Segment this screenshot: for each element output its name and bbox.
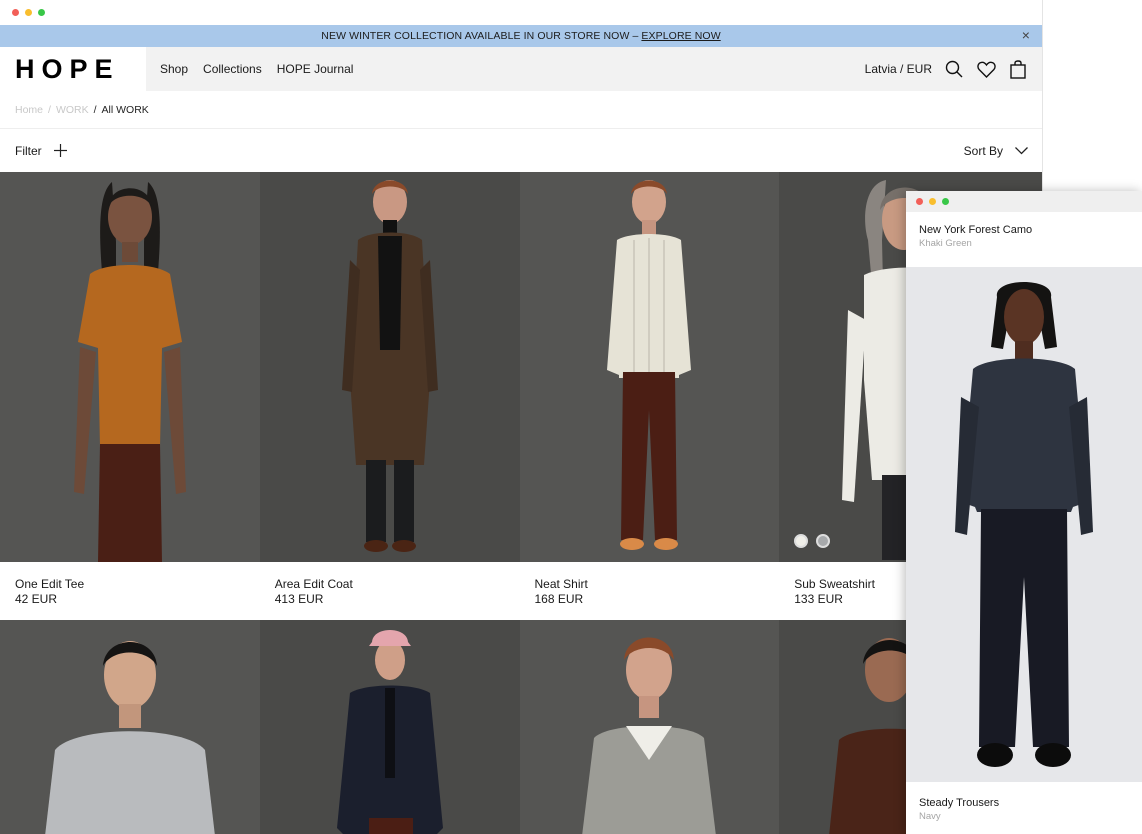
announcement-text: NEW WINTER COLLECTION AVAILABLE IN OUR S… xyxy=(321,30,639,42)
swatch-grey[interactable] xyxy=(816,534,831,548)
close-announcement-button[interactable]: × xyxy=(1022,27,1030,43)
product-price: 168 EUR xyxy=(534,592,584,606)
breadcrumb-current: All WORK xyxy=(101,103,149,116)
preview-product-name: New York Forest Camo xyxy=(919,224,1033,236)
swatch-cream[interactable] xyxy=(794,534,809,548)
product-card[interactable]: Neat Shirt 168 EUR xyxy=(519,172,780,620)
sort-label: Sort By xyxy=(963,143,1003,158)
chevron-down-icon xyxy=(1015,146,1028,154)
model-figure xyxy=(607,180,692,550)
filter-label: Filter xyxy=(15,143,42,158)
product-image[interactable] xyxy=(0,620,260,834)
explore-now-link[interactable]: EXPLORE NOW xyxy=(641,30,720,42)
nav-item-hope-journal[interactable]: HOPE Journal xyxy=(277,62,354,76)
breadcrumb: Home / WORK / All WORK xyxy=(0,91,1042,129)
header-actions: Latvia / EUR xyxy=(865,59,1042,79)
preview-related-color: Navy xyxy=(919,811,941,822)
preview-related-name: Steady Trousers xyxy=(919,797,1000,809)
window-titlebar xyxy=(906,191,1142,212)
model-figure xyxy=(45,641,215,834)
product-image[interactable] xyxy=(0,172,260,562)
minimize-window-button[interactable] xyxy=(929,198,936,205)
product-image[interactable] xyxy=(519,172,780,562)
model-figure xyxy=(336,630,443,834)
maximize-window-button[interactable] xyxy=(942,198,949,205)
product-price: 42 EUR xyxy=(15,592,58,606)
product-card[interactable] xyxy=(0,620,260,834)
product-name: Area Edit Coat xyxy=(274,577,353,591)
product-info[interactable]: One Edit Tee 42 EUR xyxy=(0,562,260,620)
product-grid-row xyxy=(0,620,1042,834)
product-card[interactable] xyxy=(259,620,520,834)
breadcrumb-home[interactable]: Home xyxy=(15,104,43,116)
product-info[interactable]: Neat Shirt 168 EUR xyxy=(520,562,780,620)
product-image[interactable] xyxy=(259,620,520,834)
breadcrumb-work[interactable]: WORK xyxy=(56,104,89,116)
preview-header: New York Forest Camo Khaki Green xyxy=(906,212,1142,267)
nav-item-shop[interactable]: Shop xyxy=(160,62,188,76)
product-grid-row: One Edit Tee 42 EUR Area Edit Coat 413 E… xyxy=(0,172,1042,620)
product-card[interactable]: Area Edit Coat 413 EUR xyxy=(259,172,520,620)
minimize-window-button[interactable] xyxy=(25,9,32,16)
model-figure xyxy=(73,182,186,562)
preview-footer: Steady Trousers Navy xyxy=(906,782,1142,822)
product-image[interactable] xyxy=(259,172,520,562)
close-window-button[interactable] xyxy=(916,198,923,205)
filter-button[interactable]: Filter xyxy=(15,144,67,158)
model-figure xyxy=(582,637,717,834)
window-titlebar xyxy=(0,0,1042,25)
product-info[interactable]: Area Edit Coat 413 EUR xyxy=(260,562,520,620)
preview-product-image[interactable] xyxy=(906,267,1142,782)
maximize-window-button[interactable] xyxy=(38,9,45,16)
product-name: One Edit Tee xyxy=(15,577,85,591)
product-name: Neat Shirt xyxy=(534,577,588,591)
heart-icon[interactable] xyxy=(976,59,996,79)
model-figure xyxy=(955,282,1093,767)
product-image[interactable] xyxy=(519,620,780,834)
product-price: 413 EUR xyxy=(274,592,324,606)
close-window-button[interactable] xyxy=(12,9,19,16)
main-browser-window: NEW WINTER COLLECTION AVAILABLE IN OUR S… xyxy=(0,0,1043,834)
product-preview-window: New York Forest Camo Khaki Green Steady … xyxy=(906,191,1142,834)
main-nav: Shop Collections HOPE Journal xyxy=(160,62,353,76)
locale-selector[interactable]: Latvia / EUR xyxy=(865,62,932,76)
hope-logo[interactable]: HOPE xyxy=(15,54,120,85)
breadcrumb-separator: / xyxy=(48,103,51,116)
product-card[interactable] xyxy=(519,620,780,834)
sort-by-dropdown[interactable]: Sort By xyxy=(964,144,1028,158)
breadcrumb-separator: / xyxy=(93,103,97,116)
nav-item-collections[interactable]: Collections xyxy=(203,62,262,76)
color-swatches xyxy=(794,534,831,548)
model-figure xyxy=(341,180,438,552)
plus-icon xyxy=(53,144,67,157)
search-icon[interactable] xyxy=(944,59,964,79)
announcement-bar: NEW WINTER COLLECTION AVAILABLE IN OUR S… xyxy=(0,25,1042,47)
product-card[interactable]: One Edit Tee 42 EUR xyxy=(0,172,260,620)
logo-container[interactable]: HOPE xyxy=(0,47,146,91)
site-header: HOPE Shop Collections HOPE Journal Latvi… xyxy=(0,47,1042,91)
preview-product-color: Khaki Green xyxy=(919,238,972,249)
filter-sort-bar: Filter Sort By xyxy=(0,129,1042,172)
bag-icon[interactable] xyxy=(1008,59,1028,79)
